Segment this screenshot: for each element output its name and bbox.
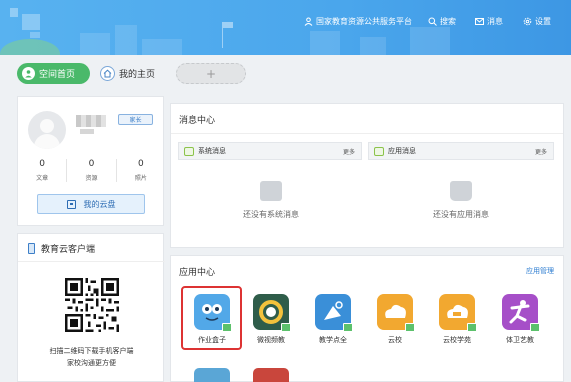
stat-value: 0 [137,159,144,169]
settings-link[interactable]: 设置 [523,14,551,28]
app-center-title: 应用中心 [179,268,216,278]
app-label: 微视频教 [257,336,285,344]
chat-bubble-icon [184,146,194,156]
homework-box-icon [194,294,232,332]
flag-icon [222,22,233,48]
more-link[interactable]: 更多 [535,147,547,156]
my-cloud-button[interactable]: 我的云盘 [37,194,145,214]
app-empty-state: 还没有应用消息 [401,181,521,220]
stat-label: 资源 [85,175,98,182]
qr-caption: 家校沟通更方便 [67,359,116,367]
message-link-label: 消息 [487,16,503,26]
app-label: 教学点全 [319,336,347,344]
user-name-blurred [80,129,94,134]
empty-message-icon [260,181,282,201]
message-center-card: 消息中心 系统消息 更多 应用消息 更多 还没有系统消息 还没有应用消息 [170,103,564,248]
platform-link-label: 国家教育资源公共服务平台 [316,16,412,26]
tab-space-home[interactable]: 空间首页 [17,63,90,84]
stat-resources[interactable]: 0 资源 [66,159,115,182]
app-center-card: 应用中心 应用管理 作业盒子 微视频教 教学点全 云校 云校学苑 体卫艺教 [170,255,564,382]
user-name-blurred [76,115,106,127]
stat-photos[interactable]: 0 照片 [115,159,165,182]
running-figure-icon [502,294,540,332]
tab-my-home-label: 我的主页 [119,70,156,80]
search-link[interactable]: 搜索 [428,14,456,28]
avatar[interactable] [28,111,66,149]
divider [18,261,165,262]
stat-label: 文章 [36,175,49,182]
logo-blur [30,32,40,38]
app-empty-text: 还没有应用消息 [433,210,489,219]
search-link-label: 搜索 [440,16,456,26]
phone-icon [28,243,35,254]
satellite-icon [315,294,353,332]
app-cloud-school[interactable]: 云校 [372,294,418,345]
cloud-academy-icon [439,294,477,332]
app-manage-link[interactable]: 应用管理 [526,266,554,276]
header-banner: 国家教育资源公共服务平台 搜索 消息 设置 [0,0,571,55]
client-title: 教育云客户端 [41,245,96,255]
app-icon-partial[interactable] [194,368,230,382]
client-header: 教育云客户端 [28,242,95,255]
app-icon-partial[interactable] [253,368,289,382]
qr-caption: 扫描二维码下载手机客户端 [49,347,134,355]
app-tab-label: 应用消息 [388,147,416,155]
micro-video-icon [253,294,291,332]
decorative-hill [0,39,60,55]
cloud-drive-icon [66,199,76,209]
user-icon [304,17,313,26]
divider [171,133,563,134]
profile-card: 家长 0 文章 0 资源 0 照片 我的云盘 [17,96,164,226]
logo-blur [22,14,40,30]
user-circle-icon [22,67,35,80]
settings-link-label: 设置 [535,16,551,26]
client-download-card: 教育云客户端 扫描二维码下载手机客户端 家校沟通更方便 [17,233,165,382]
system-tab-label: 系统消息 [198,147,226,155]
more-link[interactable]: 更多 [343,147,355,156]
tab-app-messages[interactable]: 应用消息 更多 [368,142,554,160]
app-label: 体卫艺教 [506,336,534,344]
inbox-icon [374,146,384,156]
mail-icon [475,17,484,26]
add-tab-button[interactable]: + [176,63,246,84]
app-label: 云校学苑 [443,336,471,344]
app-teaching-point[interactable]: 教学点全 [310,294,356,345]
plus-icon: + [205,66,217,81]
message-center-title: 消息中心 [179,116,216,126]
tab-system-messages[interactable]: 系统消息 更多 [178,142,362,160]
house-icon [100,66,115,81]
app-micro-video[interactable]: 微视频教 [248,294,294,345]
role-badge: 家长 [118,114,153,125]
app-label: 作业盒子 [198,336,226,344]
platform-link[interactable]: 国家教育资源公共服务平台 [304,14,412,28]
tab-my-home[interactable]: 我的主页 [97,63,167,84]
stat-articles[interactable]: 0 文章 [18,159,66,182]
my-cloud-label: 我的云盘 [83,199,116,209]
app-sports-arts[interactable]: 体卫艺教 [497,294,543,345]
app-homework-box[interactable]: 作业盒子 [189,294,235,345]
empty-bag-icon [450,181,472,201]
stat-label: 照片 [134,175,147,182]
profile-stats: 0 文章 0 资源 0 照片 [18,159,165,182]
system-empty-state: 还没有系统消息 [211,181,331,220]
tab-space-home-label: 空间首页 [39,70,76,80]
message-link[interactable]: 消息 [475,14,503,28]
app-label: 云校 [388,336,402,344]
logo-blur [10,8,18,17]
gear-icon [523,17,532,26]
search-icon [428,17,437,26]
cloud-school-icon [377,294,415,332]
system-empty-text: 还没有系统消息 [243,210,299,219]
qr-code-image [65,278,119,332]
app-cloud-academy[interactable]: 云校学苑 [434,294,480,345]
stat-value: 0 [88,159,95,169]
stat-value: 0 [39,159,46,169]
